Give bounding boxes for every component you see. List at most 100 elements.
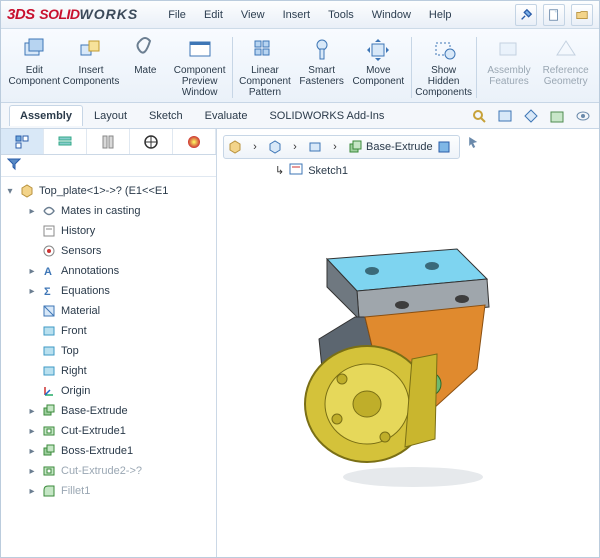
ribbon-show-hidden[interactable]: Show Hidden Components [416,33,471,102]
tree-item[interactable]: ▸Base-Extrude [1,401,216,421]
tree-item-icon [41,443,57,459]
display-style-icon[interactable] [495,106,515,126]
tree-item[interactable]: Top [1,341,216,361]
part-icon [19,183,35,199]
tree-item-icon [41,223,57,239]
ribbon-label: Insert Components [63,65,120,87]
logo-works: WORKS [80,6,139,22]
tree-item[interactable]: Material [1,301,216,321]
ribbon-edit-component[interactable]: Edit Component [7,33,62,102]
model-render [257,209,537,489]
menu-file[interactable]: File [160,6,194,24]
tree-item-label: Fillet1 [61,485,90,497]
tree-item-icon [41,303,57,319]
tab-addins[interactable]: SOLIDWORKS Add-Ins [258,105,395,126]
search-icon[interactable] [469,106,489,126]
breadcrumb-sketch[interactable]: Sketch1 [308,165,348,177]
pin-icon[interactable] [515,4,537,26]
tree-item-icon [41,363,57,379]
ribbon-mate[interactable]: Mate [120,33,170,102]
tab-layout[interactable]: Layout [83,105,138,126]
ribbon-label: Assembly Features [487,65,530,87]
svg-text:A: A [44,266,52,278]
expand-icon[interactable]: ▸ [27,406,37,417]
menu-edit[interactable]: Edit [196,6,231,24]
select-icon[interactable] [464,133,482,151]
tree-item-icon [41,203,57,219]
fm-tab-property-icon[interactable] [44,129,87,154]
tree-root-label[interactable]: Top_plate<1>->? (E1<<E1 [39,185,168,197]
tree-item[interactable]: ▸ Cut-Extrude2->? [1,461,216,481]
open-icon[interactable] [571,4,593,26]
tree-item[interactable]: Right [1,361,216,381]
tree-item-label: History [61,225,95,237]
tab-assembly[interactable]: Assembly [9,105,83,126]
breadcrumb-feature[interactable]: Base-Extrude [366,141,433,153]
tree-item-icon: Σ [41,283,57,299]
ribbon-linear-pattern[interactable]: Linear Component Pattern [238,33,293,102]
body-icon[interactable] [306,138,324,156]
tree-item-label: Annotations [61,265,119,277]
ribbon-move-component[interactable]: Move Component [351,33,406,102]
fm-tab-tree-icon[interactable] [1,129,44,154]
ribbon-label: Linear Component Pattern [239,65,291,98]
menu-insert[interactable]: Insert [275,6,319,24]
tree-item[interactable]: ▸Cut-Extrude1 [1,421,216,441]
menu-tools[interactable]: Tools [320,6,362,24]
tree-item[interactable]: ▸ A Annotations [1,261,216,281]
scene-icon[interactable] [547,106,567,126]
menu-view[interactable]: View [233,6,273,24]
title-bar: 3DS SOLIDWORKS File Edit View Insert Too… [1,1,599,29]
tree-item[interactable]: ▸Mates in casting [1,201,216,221]
tree-item[interactable]: ▸Boss-Extrude1 [1,441,216,461]
fm-tab-display-icon[interactable] [173,129,216,154]
tree-item[interactable]: ▸ Fillet1 [1,481,216,501]
tree-item-label: Cut-Extrude2->? [61,465,142,477]
ribbon-reference-geometry[interactable]: Reference Geometry [538,33,593,102]
hide-show-icon[interactable] [573,106,593,126]
command-tabs: Assembly Layout Sketch Evaluate SOLIDWOR… [1,103,599,129]
ribbon-label: Component Preview Window [174,65,226,98]
tree-item-icon [41,463,57,479]
expand-icon[interactable]: ▸ [27,446,37,457]
graphics-viewport[interactable]: › › › Base-Extrude ↳ Sketch1 [217,129,599,557]
section-view-icon[interactable] [521,106,541,126]
tree-item[interactable]: Sensors [1,241,216,261]
fm-tab-dimxpert-icon[interactable] [130,129,173,154]
new-doc-icon[interactable] [543,4,565,26]
tree-item[interactable]: History [1,221,216,241]
expand-icon[interactable]: ▸ [27,206,37,217]
filter-icon[interactable] [7,157,21,174]
logo-ds: 3DS [7,6,35,23]
ribbon-assembly-features[interactable]: Assembly Features [482,33,537,102]
expand-icon[interactable]: ▸ [27,266,37,277]
tree-item-label: Right [61,365,87,377]
fm-tab-config-icon[interactable] [87,129,130,154]
feature-manager: ▾ Top_plate<1>->? (E1<<E1 ▸Mates in cast… [1,129,217,557]
tab-sketch[interactable]: Sketch [138,105,194,126]
part-icon[interactable] [266,138,284,156]
svg-text:Σ: Σ [44,286,51,298]
ribbon-insert-components[interactable]: Insert Components [64,33,119,102]
feature-tree[interactable]: ▾ Top_plate<1>->? (E1<<E1 ▸Mates in cast… [1,177,216,557]
expand-icon[interactable]: ▸ [27,426,37,437]
assembly-icon[interactable] [226,138,244,156]
ribbon-label: Mate [134,65,156,76]
expand-icon[interactable]: ▸ [27,486,37,497]
ribbon-component-preview[interactable]: Component Preview Window [172,33,227,102]
expand-icon[interactable]: ▸ [27,286,37,297]
tree-item[interactable]: Front [1,321,216,341]
tree-item[interactable]: ▸ΣEquations [1,281,216,301]
tree-item[interactable]: Origin [1,381,216,401]
tree-item-icon [41,383,57,399]
ribbon-label: Move Component [352,65,404,87]
tree-item-label: Sensors [61,245,101,257]
tab-evaluate[interactable]: Evaluate [194,105,259,126]
menu-help[interactable]: Help [421,6,460,24]
collapse-icon[interactable]: ▾ [5,186,15,197]
expand-icon[interactable]: ▸ [27,466,37,477]
face-highlight-icon[interactable] [435,138,453,156]
ribbon-smart-fasteners[interactable]: Smart Fasteners [294,33,349,102]
tree-item-icon [41,423,57,439]
menu-window[interactable]: Window [364,6,419,24]
